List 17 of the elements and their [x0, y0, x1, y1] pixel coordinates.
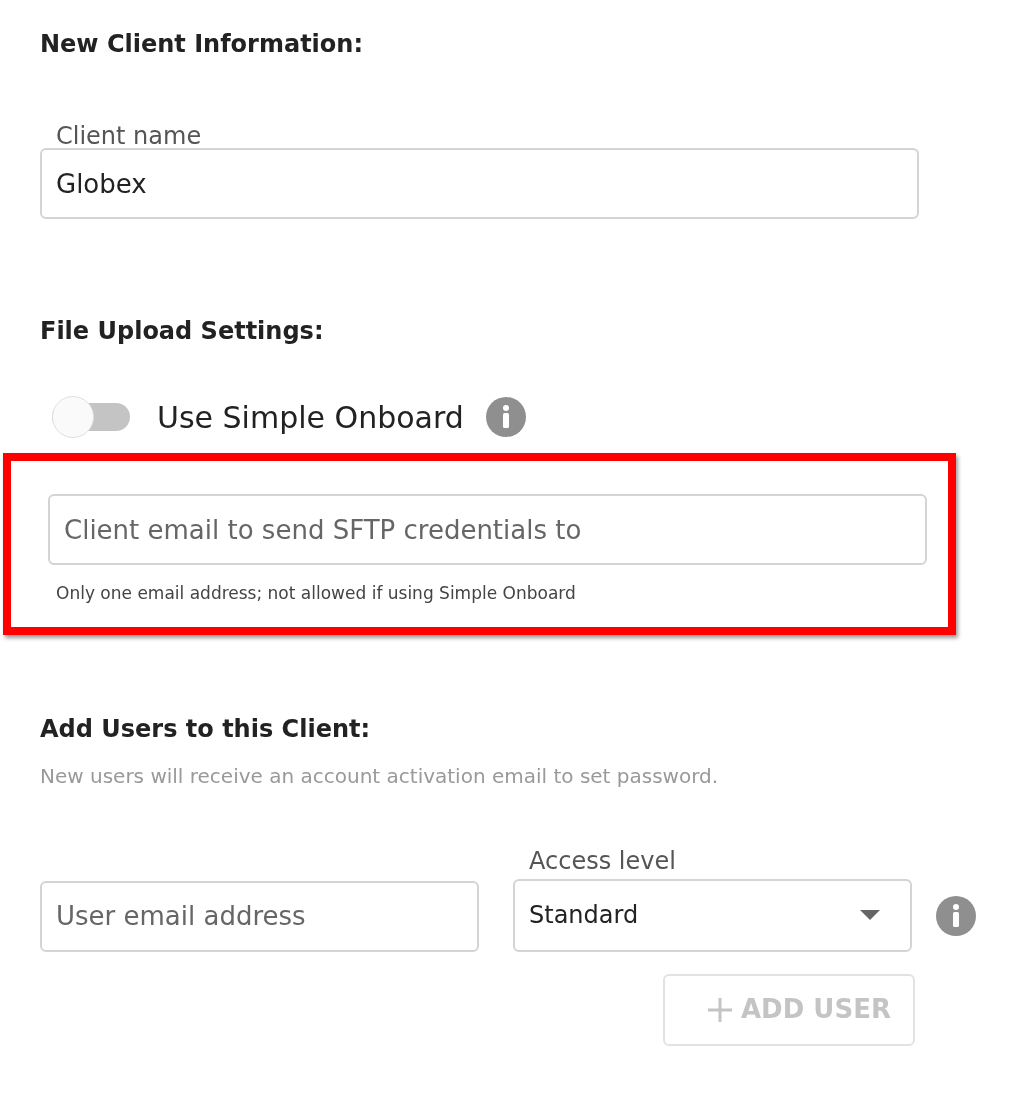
- section-heading: New Client Information:: [40, 29, 364, 60]
- field-label: Access level: [529, 845, 677, 877]
- caret-icon: [860, 910, 880, 920]
- info-icon[interactable]: [485, 397, 526, 437]
- plus-icon: [707, 996, 733, 1023]
- info-icon[interactable]: [936, 895, 976, 936]
- email-field[interactable]: Client email to send SFTP credentials to: [48, 494, 927, 565]
- access-level-dropdown[interactable]: Standard: [513, 878, 912, 952]
- section-heading: File Upload Settings:: [40, 316, 325, 347]
- field-label: Client name: [56, 121, 203, 148]
- email-field[interactable]: User email address: [40, 880, 479, 952]
- toggle-label: Use Simple Onboard: [157, 398, 464, 437]
- description-text: New users will receive an account activation email to set password.: [40, 762, 720, 790]
- text-field[interactable]: Globex: [40, 148, 919, 219]
- section-heading: Add Users to this Client:: [40, 713, 372, 745]
- helper-text: Only one email address; not allowed if using Simple Onboard: [56, 582, 577, 605]
- toggle-switch[interactable]: [51, 395, 131, 439]
